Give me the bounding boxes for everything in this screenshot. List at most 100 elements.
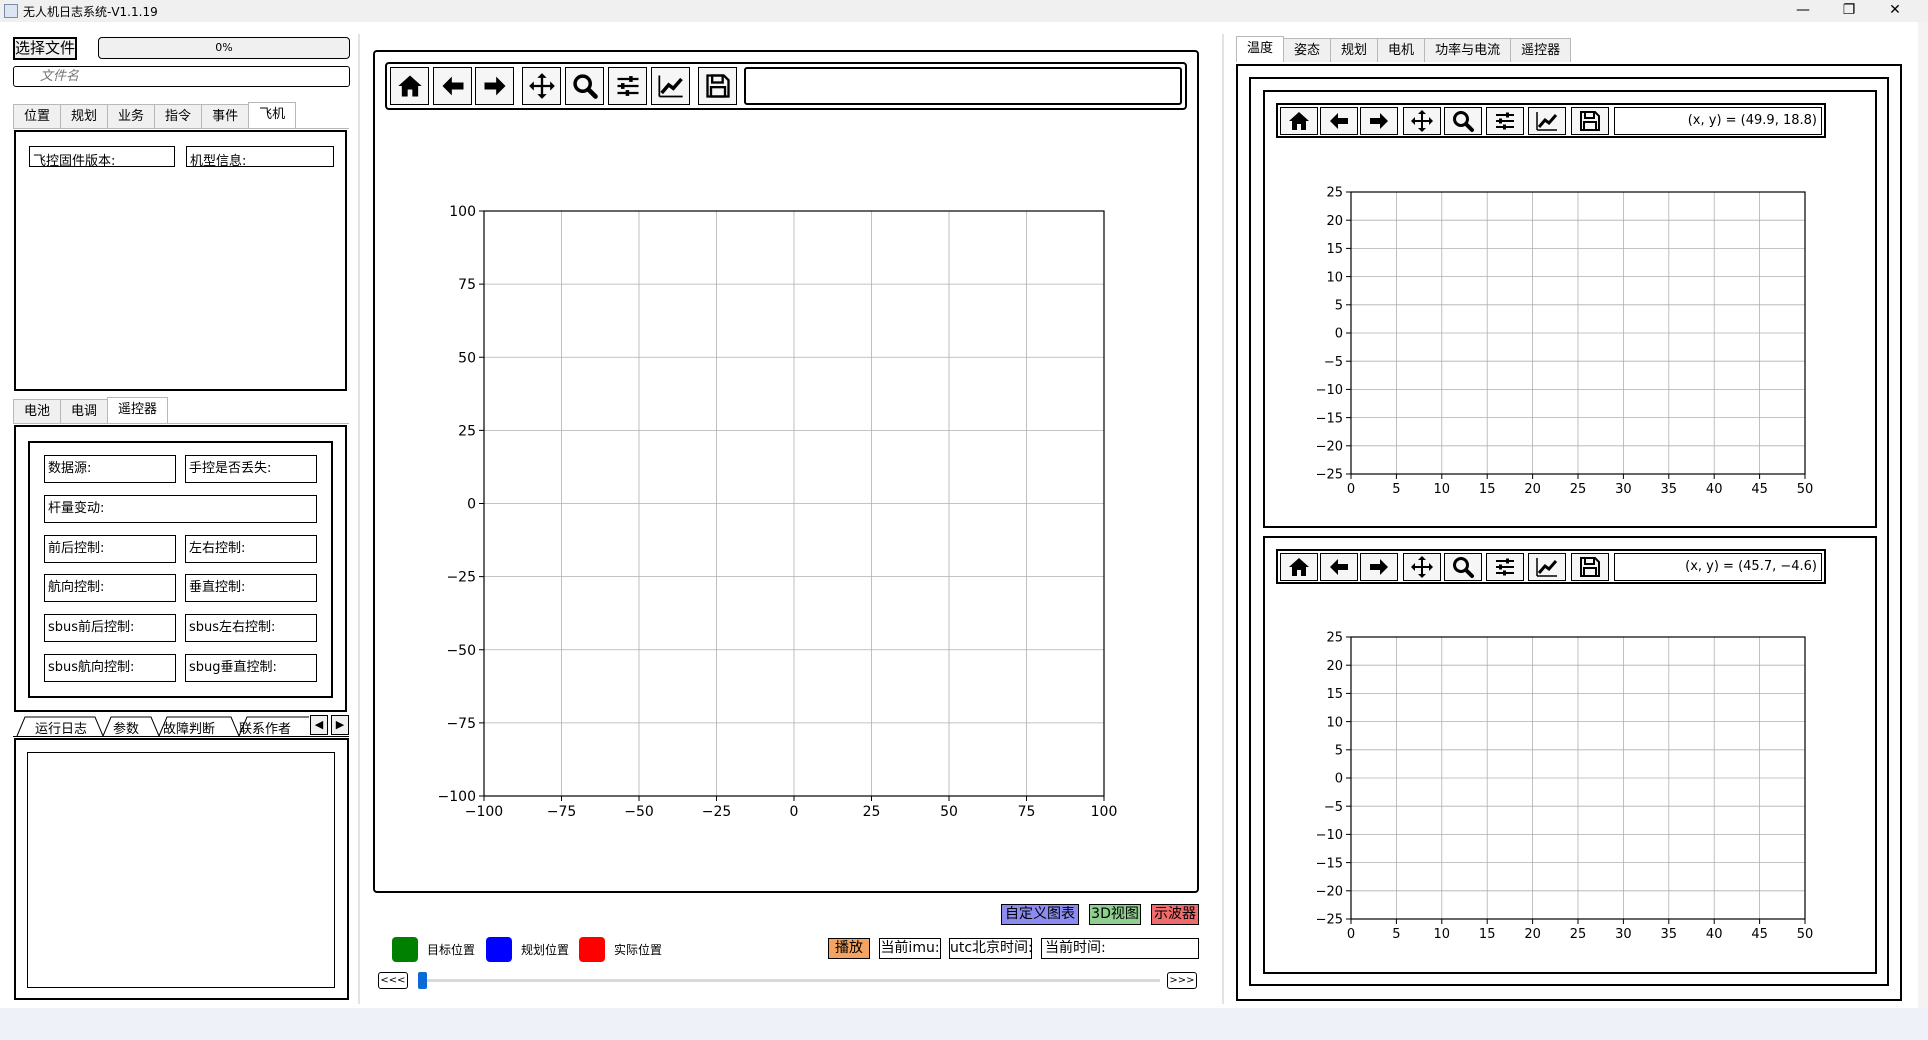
forward-arrow-icon[interactable]	[1360, 107, 1398, 135]
right-plot-2-x-tick-label: 10	[1434, 927, 1451, 942]
center-plot-x-tick-label: 50	[940, 804, 958, 820]
right-plot-1-x-tick-label: 40	[1706, 482, 1723, 497]
center-plot-x-tick-label: −75	[547, 804, 577, 820]
tab-fault-diagnosis[interactable]: 故障判断	[163, 718, 215, 737]
configure-subplots-icon[interactable]	[608, 67, 647, 105]
right-plot-2-x-tick-label: 20	[1524, 927, 1541, 942]
aircraft-info-panel: 飞控固件版本: 机型信息:	[14, 130, 347, 391]
window-title: 无人机日志系统-V1.1.19	[23, 5, 158, 19]
save-icon[interactable]	[1571, 553, 1609, 581]
play-button[interactable]: 播放	[828, 938, 870, 959]
right-tab-bar: 温度 姿态 规划 电机 功率与电流 遥控器	[1236, 36, 1572, 62]
firmware-version-field: 飞控固件版本:	[29, 146, 175, 167]
actual-position-legend-swatch	[579, 937, 605, 962]
back-arrow-icon[interactable]	[433, 67, 472, 105]
zoom-icon[interactable]	[565, 67, 604, 105]
home-icon[interactable]	[1280, 107, 1318, 135]
center-plot-x-tick-label: −100	[465, 804, 503, 820]
custom-chart-button[interactable]: 自定义图表	[1001, 904, 1079, 925]
tab-power-current[interactable]: 功率与电流	[1424, 38, 1512, 62]
rewind-button[interactable]: <<<	[378, 972, 408, 989]
top-tab-bar: 位置 规划 业务 指令 事件 飞机	[13, 102, 297, 128]
center-plot-y-tick-label: 50	[458, 350, 476, 366]
minimize-button[interactable]: —	[1780, 0, 1826, 22]
center-plot-x-tick-label: −25	[702, 804, 732, 820]
configure-subplots-icon[interactable]	[1486, 107, 1524, 135]
right-plot-2-x-tick-label: 35	[1661, 927, 1678, 942]
close-button[interactable]: ✕	[1872, 0, 1918, 22]
pan-icon[interactable]	[1403, 107, 1441, 135]
right-plot-1-y-tick-label: −20	[1316, 439, 1343, 454]
tab-run-log[interactable]: 运行日志	[35, 718, 87, 737]
tab-business[interactable]: 业务	[107, 104, 156, 128]
back-arrow-icon[interactable]	[1320, 107, 1358, 135]
save-icon[interactable]	[1571, 107, 1609, 135]
current-time-field: 当前时间:	[1041, 938, 1199, 959]
window-edge	[1918, 22, 1928, 1008]
right-plot-1-x-tick-label: 25	[1570, 482, 1587, 497]
right-splitter[interactable]	[1222, 34, 1224, 1004]
tab-plan-right[interactable]: 规划	[1330, 38, 1379, 62]
configure-subplots-icon[interactable]	[1486, 553, 1524, 581]
target-position-legend-swatch	[392, 937, 418, 962]
maximize-button[interactable]: ❐	[1826, 0, 1872, 22]
tab-remote-controller[interactable]: 遥控器	[107, 397, 169, 423]
tab-position[interactable]: 位置	[13, 104, 62, 128]
tab-remote-right[interactable]: 遥控器	[1510, 38, 1572, 62]
model-info-field: 机型信息:	[186, 146, 334, 167]
tab-aircraft[interactable]: 飞机	[248, 102, 297, 128]
log-textarea[interactable]	[27, 752, 335, 988]
left-splitter[interactable]	[358, 34, 360, 1004]
forward-arrow-icon[interactable]	[475, 67, 514, 105]
timeline-track[interactable]	[418, 979, 1160, 982]
right-plot-2-y-tick-label: 5	[1335, 743, 1343, 758]
right-plot-2-y-tick-label: −25	[1316, 913, 1343, 928]
tab-command[interactable]: 指令	[154, 104, 203, 128]
tab-event[interactable]: 事件	[201, 104, 250, 128]
right-plot-2-x-tick-label: 0	[1347, 927, 1355, 942]
tab-scroll-left-button[interactable]: ◀	[310, 715, 328, 735]
planned-position-legend-swatch	[486, 937, 512, 962]
tab-motor[interactable]: 电机	[1377, 38, 1426, 62]
edit-axis-icon[interactable]	[1528, 553, 1566, 581]
timeline-slider-handle[interactable]	[418, 972, 427, 989]
controller-lost-field: 手控是否丢失:	[185, 455, 317, 483]
center-plot-y-tick-label: −25	[446, 570, 476, 586]
right-plot-2-x-tick-label: 40	[1706, 927, 1723, 942]
pan-icon[interactable]	[522, 67, 561, 105]
right-plot-2-x-tick-label: 50	[1797, 927, 1814, 942]
right-plot-2[interactable]: 0 5 10 15 20 25 30 35 40 45 502520151050−5−10−15−2…	[1263, 625, 1823, 945]
edit-axis-icon[interactable]	[651, 67, 690, 105]
center-plot-y-tick-label: 0	[467, 497, 476, 513]
zoom-icon[interactable]	[1444, 553, 1482, 581]
pan-icon[interactable]	[1403, 553, 1441, 581]
fast-forward-button[interactable]: >>>	[1167, 972, 1197, 989]
tab-temperature[interactable]: 温度	[1236, 36, 1285, 62]
tab-attitude[interactable]: 姿态	[1283, 38, 1332, 62]
select-file-button[interactable]: 选择文件	[13, 37, 77, 60]
tab-contact-author[interactable]: 联系作者	[239, 718, 291, 737]
tab-battery[interactable]: 电池	[13, 399, 62, 423]
back-arrow-icon[interactable]	[1320, 553, 1358, 581]
view-3d-button[interactable]: 3D视图	[1089, 904, 1141, 925]
yaw-control-field: 航向控制:	[44, 574, 176, 602]
right-plot-1[interactable]: 0 5 10 15 20 25 30 35 40 45 502520151050−5−10−15−2…	[1263, 180, 1823, 500]
tab-scroll-right-button[interactable]: ▶	[331, 715, 349, 735]
right-plot-2-y-tick-label: 15	[1326, 687, 1343, 702]
progress-text: 0%	[215, 41, 233, 54]
file-name-input[interactable]	[13, 66, 350, 87]
home-icon[interactable]	[390, 67, 429, 105]
sbus-vertical-field: sbug垂直控制:	[185, 654, 317, 682]
save-icon[interactable]	[698, 67, 737, 105]
tab-esc[interactable]: 电调	[60, 399, 109, 423]
right-plot-1-x-tick-label: 45	[1751, 482, 1768, 497]
oscilloscope-button[interactable]: 示波器	[1151, 904, 1199, 925]
tab-plan[interactable]: 规划	[60, 104, 109, 128]
tab-params[interactable]: 参数	[113, 718, 139, 737]
zoom-icon[interactable]	[1444, 107, 1482, 135]
center-position-plot[interactable]: −100 −75 −50 −25 0 25 50 75 100 100 75 50 25 0 −25 −50 −…	[373, 130, 1199, 830]
edit-axis-icon[interactable]	[1528, 107, 1566, 135]
home-icon[interactable]	[1280, 553, 1318, 581]
forward-arrow-icon[interactable]	[1360, 553, 1398, 581]
center-plot-x-tick-label: −50	[624, 804, 654, 820]
